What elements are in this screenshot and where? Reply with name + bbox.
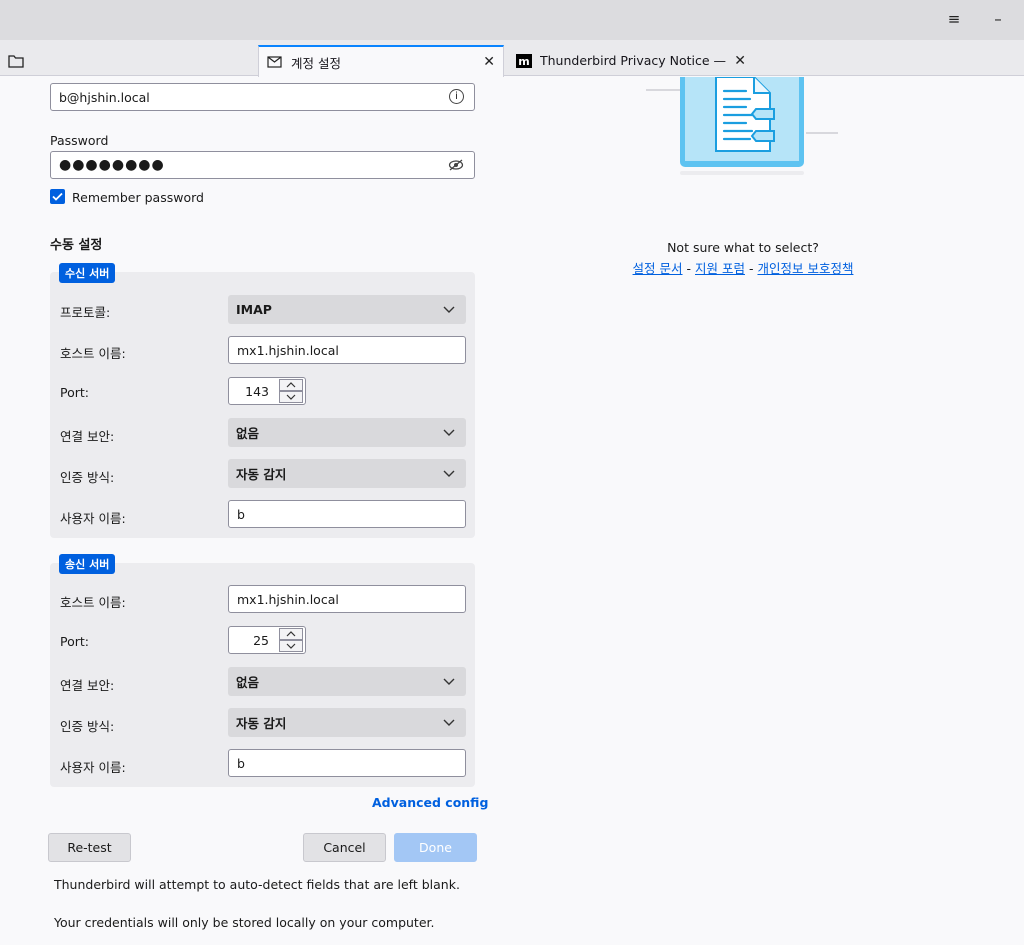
outgoing-username-label: 사용자 이름: — [60, 760, 126, 775]
outgoing-username-value: b — [237, 755, 245, 771]
password-field[interactable]: ●●●●●●●● — [50, 151, 475, 179]
incoming-server-legend: 수신 서버 — [59, 263, 116, 283]
port-down-arrow-icon[interactable] — [279, 640, 303, 652]
outgoing-username-input[interactable]: b — [228, 749, 466, 777]
svg-text:m: m — [518, 55, 529, 68]
m-logo-icon: m — [516, 53, 532, 68]
help-links: 설정 문서 - 지원 포럼 - 개인정보 보호정책 — [560, 258, 926, 277]
incoming-port-value: 143 — [245, 384, 269, 399]
outgoing-hostname-value: mx1.hjshin.local — [237, 591, 339, 607]
password-mask: ●●●●●●●● — [59, 157, 165, 173]
close-icon[interactable]: ✕ — [483, 54, 495, 70]
tab-account-settings[interactable]: 계정 설정 ✕ — [258, 45, 504, 77]
chevron-down-icon — [443, 678, 455, 685]
chevron-down-icon — [443, 470, 455, 477]
email-value: b@hjshin.local — [59, 89, 150, 105]
info-icon[interactable]: i — [449, 89, 464, 104]
protocol-select[interactable]: IMAP — [228, 295, 466, 324]
folder-icon — [8, 54, 24, 68]
port-down-arrow-icon[interactable] — [279, 391, 303, 403]
tab-folders[interactable] — [8, 45, 38, 76]
incoming-port-stepper[interactable]: 143 — [228, 377, 306, 405]
support-forum-link[interactable]: 지원 포럼 — [695, 261, 745, 276]
advanced-config-link[interactable]: Advanced config — [372, 795, 488, 810]
document-illustration — [642, 77, 842, 190]
port-up-arrow-icon[interactable] — [279, 379, 303, 391]
setup-docs-link[interactable]: 설정 문서 — [633, 261, 683, 276]
checkmark-icon — [52, 192, 63, 201]
outgoing-port-value: 25 — [253, 633, 269, 648]
incoming-username-label: 사용자 이름: — [60, 511, 126, 526]
outgoing-port-stepper[interactable]: 25 — [228, 626, 306, 654]
separator: - — [748, 261, 754, 276]
outgoing-auth-label: 인증 방식: — [60, 719, 115, 734]
incoming-security-label: 연결 보안: — [60, 429, 115, 444]
account-setup-page: b@hjshin.local i Password ●●●●●●●● Remem… — [0, 77, 1024, 945]
chevron-down-icon — [443, 429, 455, 436]
remember-password-label: Remember password — [72, 190, 204, 205]
done-button[interactable]: Done — [394, 833, 477, 862]
outgoing-hostname-input[interactable]: mx1.hjshin.local — [228, 585, 466, 613]
outgoing-auth-select[interactable]: 자동 감지 — [228, 708, 466, 737]
outgoing-security-value: 없음 — [236, 675, 260, 690]
incoming-auth-select[interactable]: 자동 감지 — [228, 459, 466, 488]
tab-label: Thunderbird Privacy Notice — Mo — [540, 53, 728, 68]
privacy-policy-link[interactable]: 개인정보 보호정책 — [757, 261, 853, 276]
mail-edit-icon — [267, 56, 282, 68]
incoming-hostname-label: 호스트 이름: — [60, 346, 126, 361]
tab-bar: 계정 설정 ✕ m Thunderbird Privacy Notice — M… — [0, 40, 1024, 77]
email-field[interactable]: b@hjshin.local i — [50, 83, 475, 111]
outgoing-security-label: 연결 보안: — [60, 678, 115, 693]
outgoing-server-legend: 송신 서버 — [59, 554, 116, 574]
chevron-down-icon — [443, 306, 455, 313]
protocol-value: IMAP — [236, 302, 272, 317]
incoming-hostname-input[interactable]: mx1.hjshin.local — [228, 336, 466, 364]
title-bar: ≡ – — [0, 0, 1024, 40]
incoming-username-input[interactable]: b — [228, 500, 466, 528]
help-question: Not sure what to select? — [667, 240, 819, 255]
autodetect-note: Thunderbird will attempt to auto-detect … — [54, 877, 460, 892]
minimize-icon[interactable]: – — [984, 8, 1012, 30]
incoming-hostname-value: mx1.hjshin.local — [237, 342, 339, 358]
outgoing-port-label: Port: — [60, 634, 89, 649]
remember-password-checkbox[interactable] — [50, 189, 65, 204]
outgoing-hostname-label: 호스트 이름: — [60, 595, 126, 610]
incoming-username-value: b — [237, 506, 245, 522]
incoming-security-select[interactable]: 없음 — [228, 418, 466, 447]
protocol-label: 프로토콜: — [60, 305, 111, 320]
incoming-security-value: 없음 — [236, 426, 260, 441]
close-icon[interactable]: ✕ — [734, 53, 746, 69]
tab-label: 계정 설정 — [291, 55, 341, 71]
hamburger-menu-icon[interactable]: ≡ — [940, 8, 968, 30]
outgoing-security-select[interactable]: 없음 — [228, 667, 466, 696]
password-label: Password — [50, 133, 109, 148]
cancel-button[interactable]: Cancel — [303, 833, 386, 862]
retest-button[interactable]: Re-test — [48, 833, 131, 862]
manual-config-title: 수동 설정 — [50, 238, 103, 253]
separator: - — [686, 261, 692, 276]
credentials-note: Your credentials will only be stored loc… — [54, 915, 435, 930]
tab-privacy-notice[interactable]: m Thunderbird Privacy Notice — Mo ✕ — [512, 45, 756, 76]
port-up-arrow-icon[interactable] — [279, 628, 303, 640]
incoming-port-label: Port: — [60, 385, 89, 400]
chevron-down-icon — [443, 719, 455, 726]
incoming-auth-label: 인증 방식: — [60, 470, 115, 485]
outgoing-auth-value: 자동 감지 — [236, 716, 287, 731]
eye-slash-icon[interactable] — [448, 158, 464, 175]
incoming-auth-value: 자동 감지 — [236, 467, 287, 482]
